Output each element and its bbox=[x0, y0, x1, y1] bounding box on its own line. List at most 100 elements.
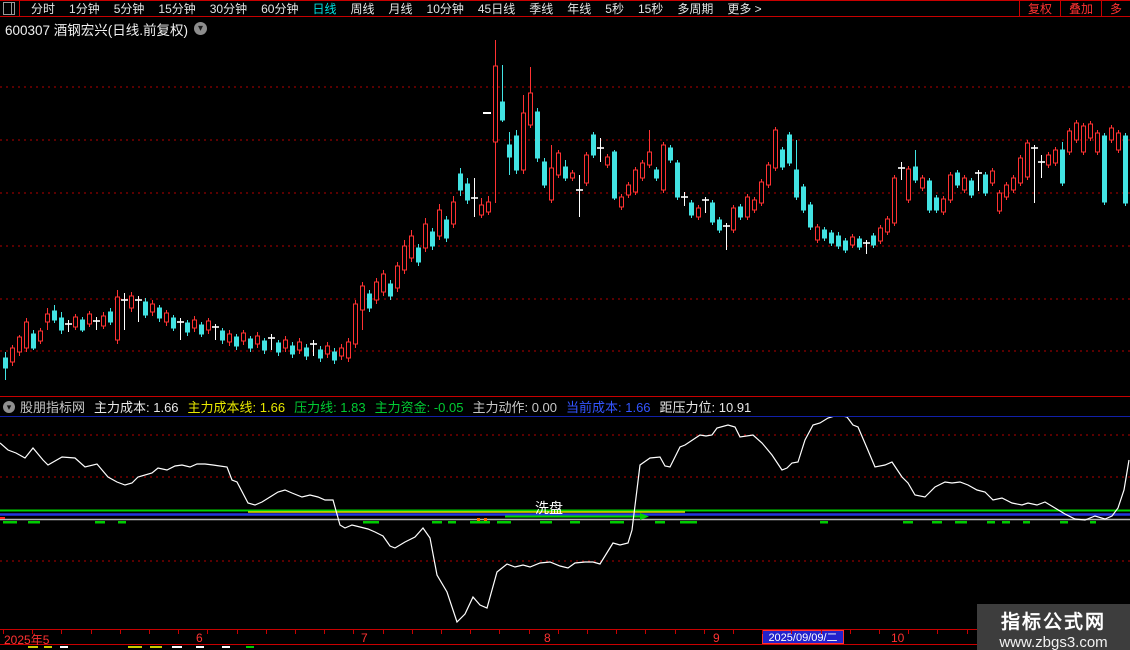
axis-label: 7 bbox=[361, 631, 368, 645]
clipped-indicator-dash bbox=[172, 646, 182, 648]
candle bbox=[948, 172, 953, 203]
axis-tick bbox=[61, 630, 62, 634]
candle bbox=[220, 328, 225, 344]
candle bbox=[710, 200, 715, 225]
indicator-field: 主力资金: -0.05 bbox=[374, 399, 464, 415]
indicator-field: 主力成本线: 1.66 bbox=[187, 399, 286, 415]
toolbar-item-60分钟[interactable]: 60分钟 bbox=[254, 0, 305, 17]
candle bbox=[521, 95, 526, 174]
candle bbox=[626, 182, 631, 198]
candle bbox=[969, 178, 974, 198]
candle bbox=[3, 352, 8, 380]
indicator-source-label[interactable]: 股朋指标网 bbox=[20, 397, 85, 416]
toolbar-action-叠加[interactable]: 叠加 bbox=[1059, 1, 1101, 16]
toolbar-item-多周期[interactable]: 多周期 bbox=[670, 0, 720, 17]
candle bbox=[731, 205, 736, 233]
candle bbox=[135, 296, 142, 322]
candle bbox=[276, 340, 281, 356]
candle bbox=[1038, 155, 1045, 178]
toolbar-item-周线[interactable]: 周线 bbox=[343, 0, 381, 17]
indicator-field: 距压力位: 10.91 bbox=[659, 399, 752, 415]
candle bbox=[451, 196, 456, 228]
candle bbox=[1067, 128, 1072, 155]
candle bbox=[1053, 147, 1058, 166]
toolbar-item-分时[interactable]: 分时 bbox=[24, 0, 62, 17]
candle bbox=[640, 160, 645, 181]
toolbar-item-5秒[interactable]: 5秒 bbox=[598, 0, 631, 17]
candle bbox=[1109, 125, 1114, 143]
toolbar-item-45日线[interactable]: 45日线 bbox=[471, 0, 522, 17]
clipped-indicator-dash bbox=[44, 646, 52, 648]
candle bbox=[115, 290, 120, 344]
toolbar-item-月线[interactable]: 月线 bbox=[382, 0, 420, 17]
candle bbox=[310, 340, 317, 356]
candle bbox=[668, 145, 673, 163]
toolbar-action-复权[interactable]: 复权 bbox=[1018, 1, 1060, 16]
axis-tick bbox=[967, 630, 968, 634]
candle bbox=[1081, 123, 1086, 155]
candle bbox=[654, 167, 659, 181]
candle bbox=[871, 233, 876, 248]
clipped-indicator-dash bbox=[150, 646, 162, 648]
clipped-indicator-dash bbox=[28, 646, 38, 648]
toolbar-item-日线[interactable]: 日线 bbox=[305, 0, 343, 17]
candle bbox=[241, 330, 246, 345]
candle bbox=[493, 40, 498, 203]
candle bbox=[388, 280, 393, 300]
toolbar-item-15秒[interactable]: 15秒 bbox=[631, 0, 670, 17]
indicator-field: 主力成本: 1.66 bbox=[94, 399, 179, 415]
candle bbox=[647, 130, 652, 168]
candle bbox=[1116, 130, 1121, 153]
candle bbox=[975, 170, 982, 191]
toolbar-item-10分钟[interactable]: 10分钟 bbox=[420, 0, 471, 17]
candle bbox=[38, 328, 43, 344]
candle bbox=[360, 282, 365, 330]
chevron-down-circle-icon[interactable]: ▾ bbox=[194, 22, 208, 35]
candle bbox=[10, 345, 15, 366]
toolbar-item-更多 >[interactable]: 更多 > bbox=[720, 0, 768, 17]
candle bbox=[268, 334, 275, 350]
candle bbox=[1046, 152, 1051, 168]
candle bbox=[997, 190, 1002, 214]
candle bbox=[304, 344, 309, 360]
axis-tick bbox=[149, 630, 150, 634]
main-candlestick-chart[interactable] bbox=[0, 40, 1130, 396]
indicator-header-row: ▾ 股朋指标网 主力成本: 1.66 主力成本线: 1.66 压力线: 1.83 主力… bbox=[0, 397, 1130, 416]
toolbar-action-多[interactable]: 多 bbox=[1100, 1, 1130, 16]
window-split-icon[interactable] bbox=[3, 2, 15, 15]
chevron-down-circle-icon[interactable]: ▾ bbox=[3, 400, 15, 413]
candle bbox=[150, 300, 155, 316]
candle bbox=[1060, 142, 1065, 186]
toolbar-item-5分钟[interactable]: 5分钟 bbox=[107, 0, 152, 17]
toolbar-item-年线[interactable]: 年线 bbox=[560, 0, 598, 17]
toolbar-item-季线[interactable]: 季线 bbox=[522, 0, 560, 17]
toolbar-item-15分钟[interactable]: 15分钟 bbox=[151, 0, 202, 17]
candle bbox=[87, 311, 92, 327]
date-axis[interactable]: 2025/09/09/二 2025年5 6 7 8 9 10 bbox=[0, 629, 1130, 650]
indicator-field: 主力动作: 0.00 bbox=[472, 399, 557, 415]
candle bbox=[290, 342, 295, 358]
candle bbox=[822, 227, 827, 241]
candle bbox=[458, 168, 463, 196]
candle bbox=[941, 196, 946, 215]
candle bbox=[1102, 133, 1107, 205]
toolbar-item-30分钟[interactable]: 30分钟 bbox=[203, 0, 254, 17]
axis-tick bbox=[879, 630, 880, 634]
axis-tick bbox=[762, 630, 763, 634]
axis-tick bbox=[324, 630, 325, 634]
toolbar-item-1分钟[interactable]: 1分钟 bbox=[62, 0, 107, 17]
candle bbox=[843, 238, 848, 253]
sub-indicator-chart[interactable]: 洗盘 bbox=[0, 417, 1130, 629]
candle bbox=[486, 196, 491, 215]
candle bbox=[255, 332, 260, 348]
indicator-field: 当前成本: 1.66 bbox=[566, 399, 651, 415]
candle bbox=[409, 230, 414, 262]
candle bbox=[514, 130, 519, 174]
watermark-title: 指标公式网 bbox=[1000, 612, 1106, 633]
candle bbox=[164, 310, 169, 326]
axis-tick bbox=[91, 630, 92, 634]
clipped-indicator-dash bbox=[60, 646, 68, 648]
indicator-field: 压力线: 1.83 bbox=[294, 399, 366, 415]
candle bbox=[129, 292, 134, 312]
candle bbox=[752, 197, 757, 213]
